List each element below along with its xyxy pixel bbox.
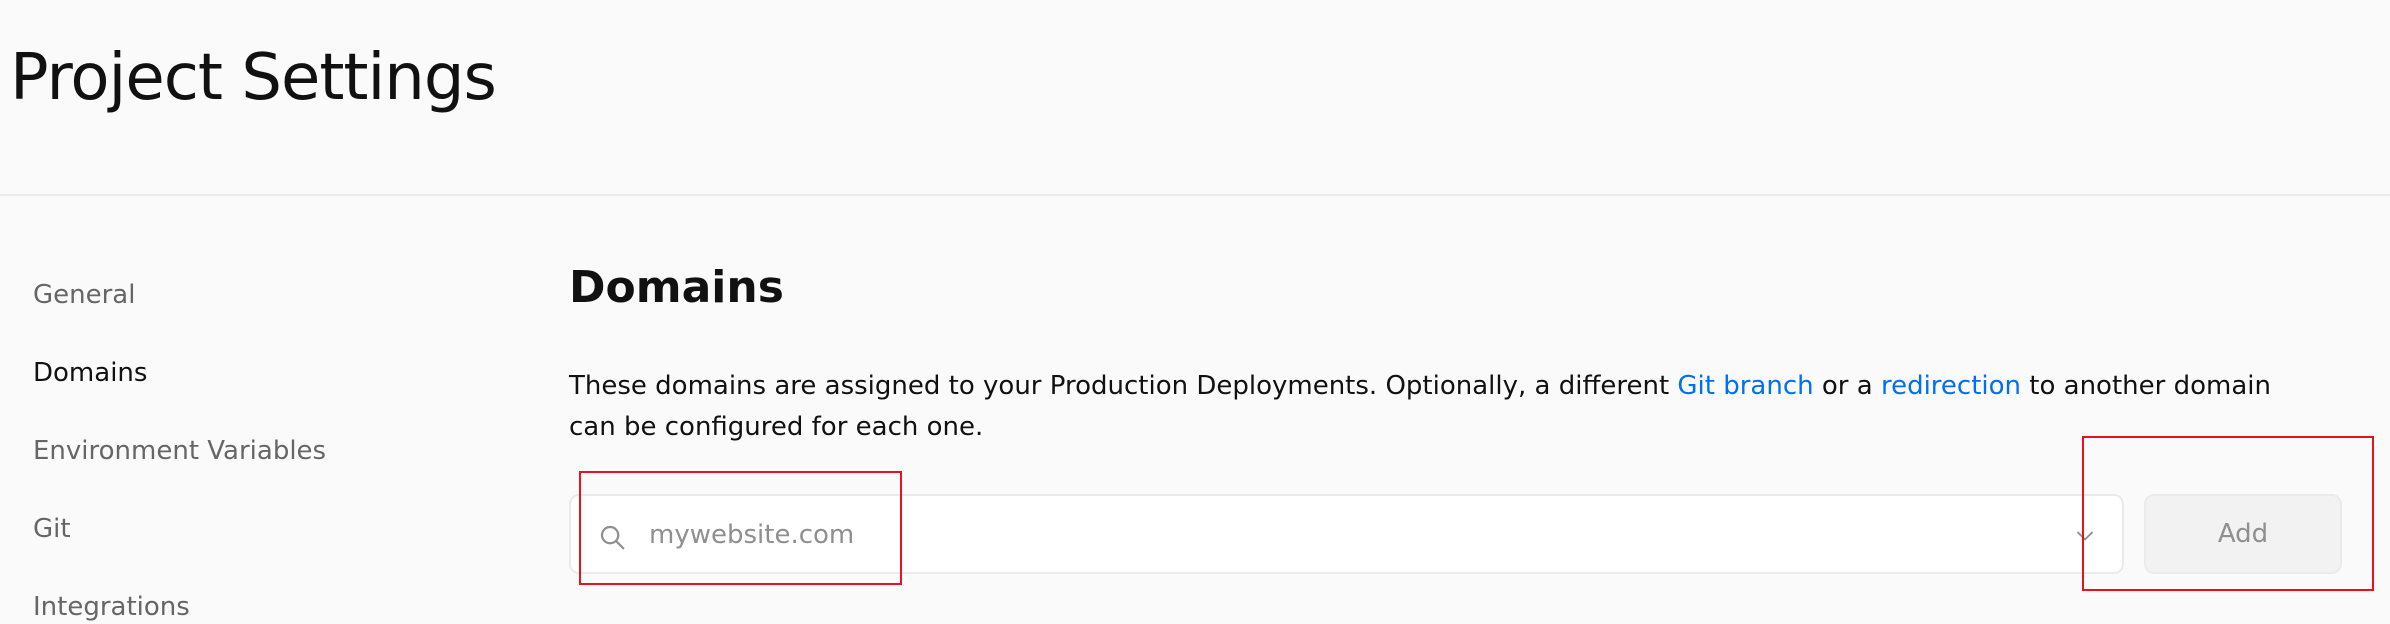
chevron-down-icon[interactable] [2071,522,2099,550]
settings-sidebar: General Domains Environment Variables Gi… [0,196,540,624]
domain-combobox[interactable] [569,494,2124,574]
description-text: or a [1813,371,1881,401]
description-text: These domains are assigned to your Produ… [569,371,1678,401]
section-title: Domains [569,262,784,313]
add-domain-button[interactable]: Add [2144,494,2342,574]
sidebar-item-domains[interactable]: Domains [33,356,147,390]
page-title: Project Settings [10,41,497,115]
search-icon [600,525,625,550]
domains-panel: Domains These domains are assigned to yo… [569,196,2390,624]
git-branch-link[interactable]: Git branch [1677,371,1813,401]
sidebar-item-environment-variables[interactable]: Environment Variables [33,434,326,468]
redirection-link[interactable]: redirection [1881,371,2021,401]
sidebar-item-integrations[interactable]: Integrations [33,590,190,624]
sidebar-item-git[interactable]: Git [33,512,71,546]
domain-input[interactable] [647,504,2027,566]
domains-description: These domains are assigned to your Produ… [569,366,2309,448]
sidebar-item-general[interactable]: General [33,278,135,312]
page-header: Project Settings [0,0,2390,196]
